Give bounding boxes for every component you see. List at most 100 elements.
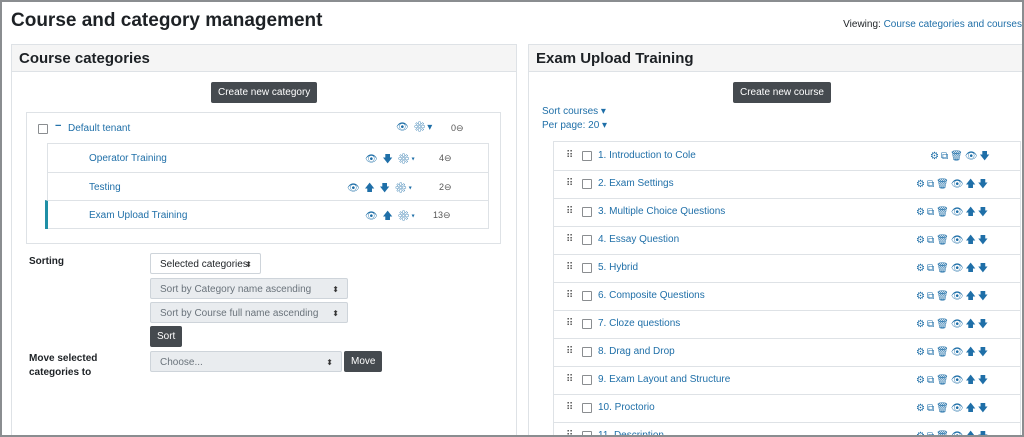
course-row[interactable]: ⠿ 3. Multiple Choice Questions ⚙⧉🗑👁🡅🡇 [554, 198, 1020, 227]
gear-icon[interactable]: ⚙ [916, 347, 927, 358]
course-checkbox[interactable] [582, 319, 592, 329]
move-down-icon[interactable]: 🡇 [978, 291, 990, 302]
create-category-button[interactable]: Create new category [211, 82, 318, 103]
course-row[interactable]: ⠿ 9. Exam Layout and Structure ⚙⧉🗑👁🡅🡇 [554, 366, 1020, 395]
move-down-icon[interactable]: 🡇 [978, 319, 990, 330]
eye-icon[interactable]: 👁 [951, 431, 966, 435]
course-checkbox[interactable] [582, 263, 592, 273]
course-actions[interactable]: ⚙⧉🗑👁🡇 [930, 149, 992, 166]
eye-icon[interactable]: 👁 [951, 235, 966, 246]
gear-icon[interactable]: ⚙ [413, 122, 427, 133]
course-checkbox[interactable] [582, 347, 592, 357]
course-link[interactable]: 9. Exam Layout and Structure [598, 374, 730, 385]
trash-icon[interactable]: 🗑 [936, 291, 951, 302]
course-actions[interactable]: ⚙⧉🗑👁🡅🡇 [916, 401, 990, 418]
course-checkbox[interactable] [582, 235, 592, 245]
move-down-icon[interactable]: 🡇 [382, 154, 393, 165]
move-down-icon[interactable]: 🡇 [978, 347, 990, 358]
course-link[interactable]: 10. Proctorio [598, 402, 655, 413]
copy-icon[interactable]: ⧉ [927, 347, 936, 358]
course-checkbox[interactable] [582, 179, 592, 189]
course-link[interactable]: 7. Cloze questions [598, 318, 680, 329]
course-link[interactable]: 6. Composite Questions [598, 290, 705, 301]
category-checkbox[interactable] [38, 124, 48, 134]
category-row-exam-upload-training[interactable]: Exam Upload Training 👁 🡅 ⚙▾ 13⊖ [45, 200, 488, 229]
course-checkbox[interactable] [582, 291, 592, 301]
gear-icon[interactable]: ⚙ [398, 154, 412, 165]
course-row[interactable]: ⠿ 10. Proctorio ⚙⧉🗑👁🡅🡇 [554, 394, 1020, 423]
course-row[interactable]: ⠿ 4. Essay Question ⚙⧉🗑👁🡅🡇 [554, 226, 1020, 255]
sort-course-select[interactable]: Sort by Course full name ascending ⬍ [150, 302, 348, 323]
drag-handle-icon[interactable]: ⠿ [566, 234, 573, 245]
eye-icon[interactable]: 👁 [951, 207, 966, 218]
viewing-link[interactable]: Course categories and courses [884, 19, 1022, 30]
move-up-icon[interactable]: 🡅 [966, 179, 978, 190]
create-course-button[interactable]: Create new course [733, 82, 831, 103]
copy-icon[interactable]: ⧉ [927, 291, 936, 302]
course-checkbox[interactable] [582, 375, 592, 385]
course-link[interactable]: 5. Hybrid [598, 262, 638, 273]
eye-icon[interactable]: 👁 [951, 319, 966, 330]
course-link[interactable]: 2. Exam Settings [598, 178, 674, 189]
move-up-icon[interactable]: 🡅 [966, 347, 978, 358]
gear-icon[interactable]: ⚙ [916, 235, 927, 246]
course-row[interactable]: ⠿ 1. Introduction to Cole ⚙⧉🗑👁🡇 [554, 142, 1020, 171]
category-link[interactable]: Operator Training [89, 153, 167, 164]
move-up-icon[interactable]: 🡅 [382, 211, 393, 222]
sort-category-select[interactable]: Sort by Category name ascending ⬍ [150, 278, 348, 299]
eye-icon[interactable]: 👁 [951, 179, 966, 190]
move-down-icon[interactable]: 🡇 [380, 183, 391, 194]
drag-handle-icon[interactable]: ⠿ [566, 346, 573, 357]
per-page-menu[interactable]: Per page: 20 ▾ [542, 120, 607, 131]
course-actions[interactable]: ⚙⧉🗑👁🡅🡇 [916, 289, 990, 306]
course-actions[interactable]: ⚙⧉🗑👁🡅🡇 [916, 373, 990, 390]
drag-handle-icon[interactable]: ⠿ [566, 318, 573, 329]
category-link[interactable]: Exam Upload Training [89, 210, 187, 221]
gear-icon[interactable]: ⚙ [398, 211, 412, 222]
trash-icon[interactable]: 🗑 [936, 375, 951, 386]
trash-icon[interactable]: 🗑 [936, 179, 951, 190]
move-button[interactable]: Move [344, 351, 383, 372]
course-link[interactable]: 1. Introduction to Cole [598, 150, 696, 161]
category-actions[interactable]: 👁 🡅 ⚙▾ [365, 209, 416, 226]
eye-icon[interactable]: 👁 [396, 122, 410, 133]
drag-handle-icon[interactable]: ⠿ [566, 262, 573, 273]
course-actions[interactable]: ⚙⧉🗑👁🡅🡇 [916, 177, 990, 194]
course-actions[interactable]: ⚙⧉🗑👁🡅🡇 [916, 429, 990, 435]
caret-icon[interactable]: ▾ [411, 154, 416, 165]
caret-icon[interactable]: ▾ [411, 211, 416, 222]
trash-icon[interactable]: 🗑 [936, 347, 951, 358]
collapse-icon[interactable]: − [55, 120, 61, 132]
course-link[interactable]: 4. Essay Question [598, 234, 679, 245]
move-up-icon[interactable]: 🡅 [966, 375, 978, 386]
move-up-icon[interactable]: 🡅 [966, 403, 978, 414]
copy-icon[interactable]: ⧉ [927, 263, 936, 274]
course-row[interactable]: ⠿ 6. Composite Questions ⚙⧉🗑👁🡅🡇 [554, 282, 1020, 311]
category-row-operator-training[interactable]: Operator Training 👁 🡇 ⚙▾ 4⊖ [48, 144, 488, 172]
category-actions[interactable]: 👁 🡇 ⚙▾ [365, 152, 416, 169]
course-actions[interactable]: ⚙⧉🗑👁🡅🡇 [916, 205, 990, 222]
eye-icon[interactable]: 👁 [951, 263, 966, 274]
gear-icon[interactable]: ⚙ [916, 263, 927, 274]
course-row[interactable]: ⠿ 7. Cloze questions ⚙⧉🗑👁🡅🡇 [554, 310, 1020, 339]
drag-handle-icon[interactable]: ⠿ [566, 430, 573, 435]
copy-icon[interactable]: ⧉ [927, 431, 936, 435]
drag-handle-icon[interactable]: ⠿ [566, 374, 573, 385]
course-row[interactable]: ⠿ 8. Drag and Drop ⚙⧉🗑👁🡅🡇 [554, 338, 1020, 367]
gear-icon[interactable]: ⚙ [916, 375, 927, 386]
course-row[interactable]: ⠿ 11. Description ⚙⧉🗑👁🡅🡇 [554, 422, 1020, 435]
course-row[interactable]: ⠿ 5. Hybrid ⚙⧉🗑👁🡅🡇 [554, 254, 1020, 283]
course-link[interactable]: 3. Multiple Choice Questions [598, 206, 725, 217]
move-up-icon[interactable]: 🡅 [966, 319, 978, 330]
trash-icon[interactable]: 🗑 [936, 207, 951, 218]
trash-icon[interactable]: 🗑 [950, 151, 965, 162]
eye-icon[interactable]: 👁 [365, 154, 379, 165]
course-link[interactable]: 11. Description [598, 430, 664, 435]
move-up-icon[interactable]: 🡅 [966, 291, 978, 302]
drag-handle-icon[interactable]: ⠿ [566, 206, 573, 217]
move-down-icon[interactable]: 🡇 [978, 179, 990, 190]
eye-icon[interactable]: 👁 [951, 375, 966, 386]
gear-icon[interactable]: ⚙ [930, 151, 941, 162]
caret-icon[interactable]: ▾ [427, 122, 433, 133]
gear-icon[interactable]: ⚙ [916, 403, 927, 414]
